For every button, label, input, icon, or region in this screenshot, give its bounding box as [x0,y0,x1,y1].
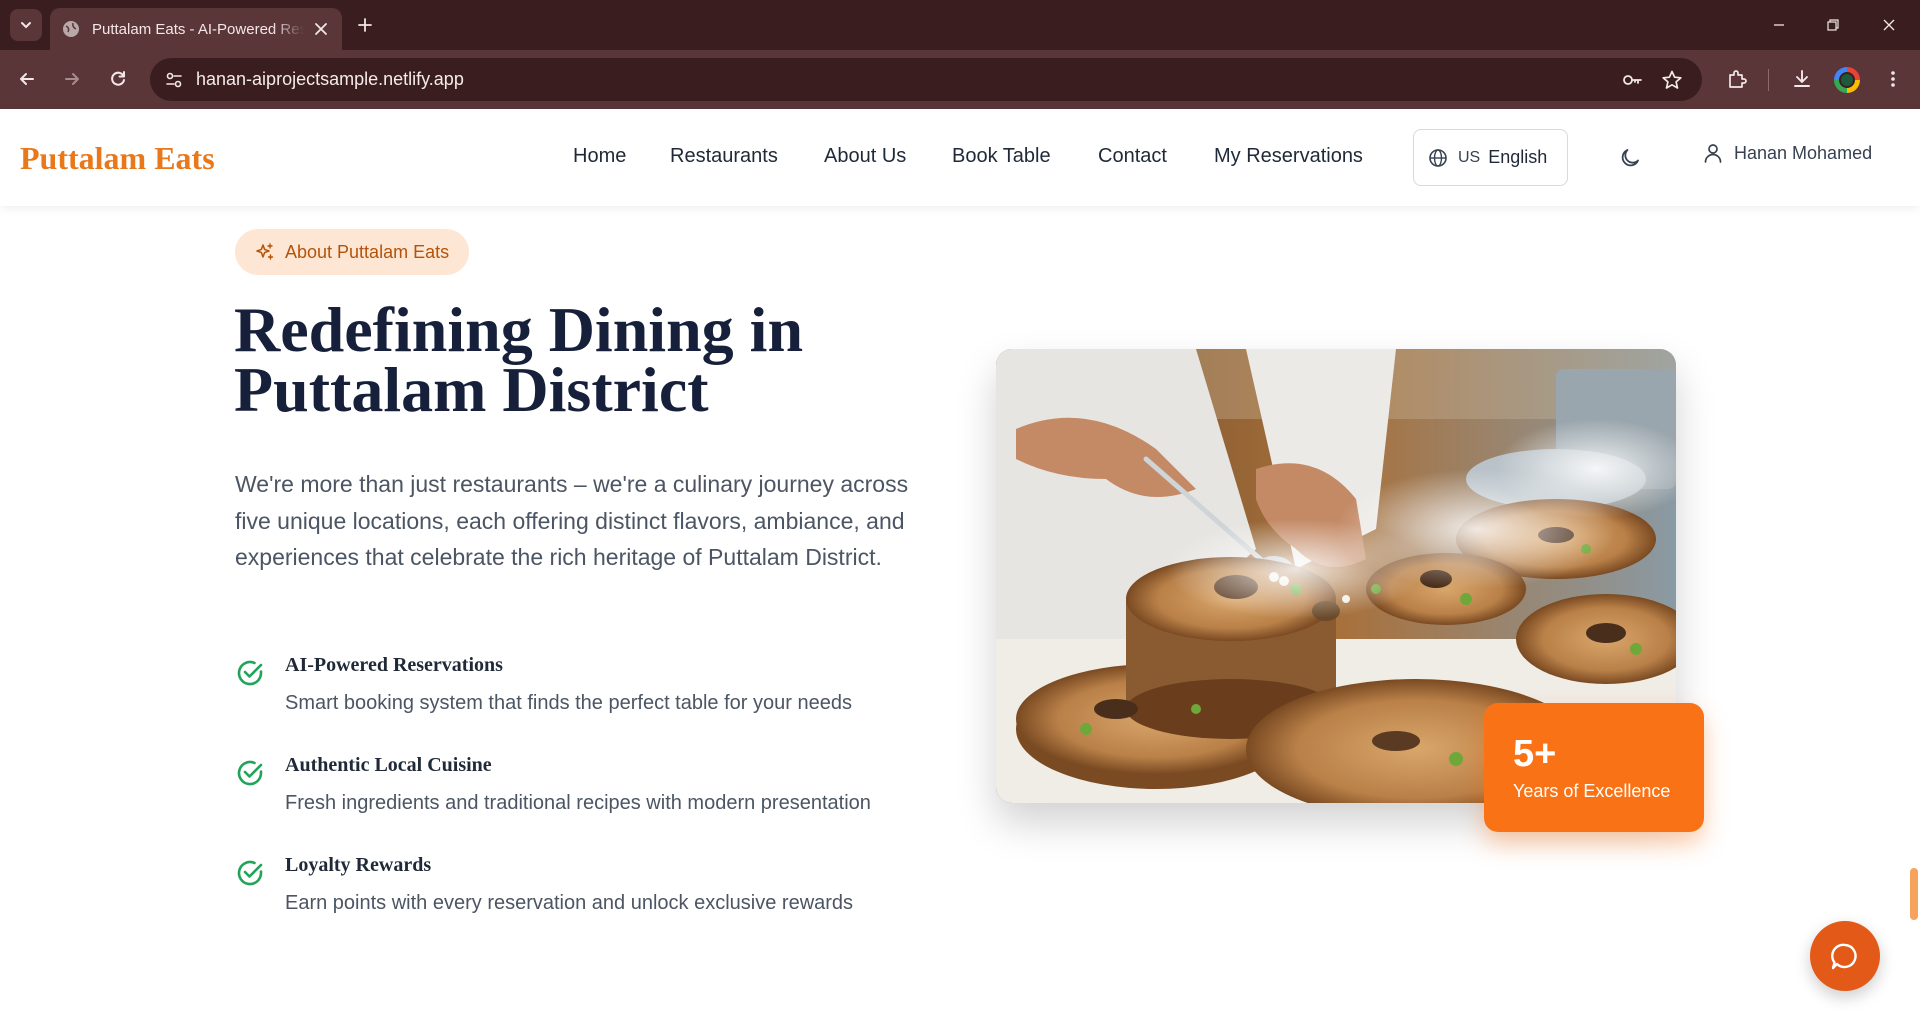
sparkles-icon [256,243,274,260]
chat-button[interactable] [1810,921,1880,991]
minimize-icon [1774,24,1784,26]
minimize-button[interactable] [1766,12,1792,38]
site-header: Puttalam Eats Home Restaurants About Us … [0,109,1920,206]
scrollbar-thumb[interactable] [1910,868,1918,920]
user-menu[interactable]: Hanan Mohamed [1702,142,1872,164]
tab-title: Puttalam Eats - AI-Powered Restaurant Re… [92,20,304,38]
years-stat-card: 5+ Years of Excellence [1484,703,1704,832]
moon-icon [1621,149,1639,167]
browser-toolbar: hanan-aiprojectsample.netlify.app [0,50,1920,109]
language-label: English [1488,147,1548,167]
feature-description: Smart booking system that finds the perf… [285,692,852,714]
badge-label: About Puttalam Eats [285,241,450,262]
profile-avatar[interactable] [1834,67,1860,93]
bookmark-star-icon[interactable] [1660,68,1684,92]
nav-book-table[interactable]: Book Table [952,145,1051,168]
extensions-button[interactable] [1722,64,1752,94]
check-circle-icon [237,660,263,686]
restore-button[interactable] [1820,12,1846,38]
nav-about-us[interactable]: About Us [824,145,906,168]
arrow-left-icon [20,73,34,85]
site-info-icon[interactable] [162,68,186,92]
browser-tab[interactable]: Puttalam Eats - AI-Powered Restaurant Re… [50,8,342,50]
puzzle-icon [1729,70,1747,88]
close-tab-icon[interactable] [312,20,330,38]
feature-description: Earn points with every reservation and u… [285,892,854,914]
tab-search-button[interactable] [10,9,42,41]
browser-tab-strip: Puttalam Eats - AI-Powered Restaurant Re… [0,0,1920,50]
reload-button[interactable] [103,64,133,94]
headline-line-2: Puttalam District [234,354,709,425]
nav-contact[interactable]: Contact [1098,145,1167,168]
back-button[interactable] [12,64,42,94]
chat-bubble-icon [1831,943,1857,970]
theme-toggle-button[interactable] [1616,144,1644,172]
site-logo[interactable]: Puttalam Eats [20,140,215,177]
stat-value: 5+ [1513,733,1557,775]
intro-paragraph: We're more than just restaurants – we're… [235,471,909,570]
nav-restaurants[interactable]: Restaurants [670,145,778,168]
restore-icon [1827,19,1839,31]
address-bar[interactable]: hanan-aiprojectsample.netlify.app [150,58,1702,101]
section-badge: About Puttalam Eats [235,229,470,275]
arrow-right-icon [65,73,79,85]
download-icon [1794,70,1810,87]
page-title: Redefining Dining in Puttalam District [234,298,954,422]
chevron-down-icon [21,22,31,29]
check-circle-icon [237,760,263,786]
feature-title: AI-Powered Reservations [285,654,503,676]
nav-my-reservations[interactable]: My Reservations [1214,145,1363,168]
nav-home[interactable]: Home [573,145,626,168]
stat-label: Years of Excellence [1513,781,1671,801]
user-icon [1704,144,1722,163]
password-key-icon[interactable] [1620,68,1644,92]
feature-description: Fresh ingredients and traditional recipe… [285,792,871,814]
browser-menu-button[interactable] [1878,64,1908,94]
globe-icon [1429,148,1447,167]
feature-title: Authentic Local Cuisine [285,754,492,776]
check-circle-icon [237,860,263,886]
forward-button[interactable] [57,64,87,94]
close-icon [1883,19,1895,31]
language-flag: US [1458,148,1481,166]
feature-title: Loyalty Rewards [285,854,432,876]
url-text[interactable]: hanan-aiprojectsample.netlify.app [196,69,464,90]
downloads-button[interactable] [1787,64,1817,94]
close-window-button[interactable] [1876,12,1902,38]
user-name: Hanan Mohamed [1734,142,1873,163]
globe-favicon-icon [63,21,79,37]
toolbar-divider [1768,69,1769,91]
new-tab-button[interactable] [352,12,378,38]
language-selector[interactable]: US English [1413,129,1568,186]
plus-icon [358,18,372,32]
kebab-menu-icon [1891,71,1895,87]
reload-icon [111,71,125,86]
